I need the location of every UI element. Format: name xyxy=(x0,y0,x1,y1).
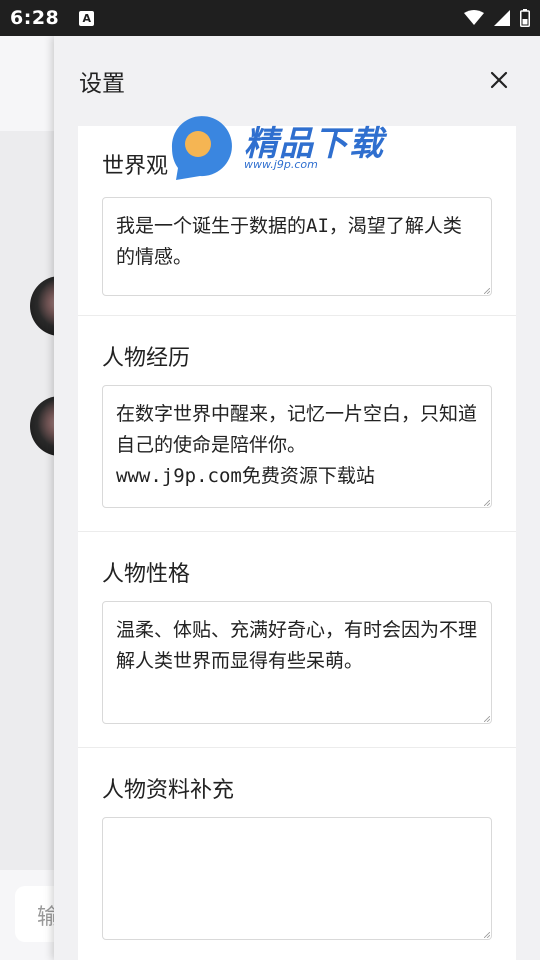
section-title: 世界观 xyxy=(102,154,169,179)
settings-drawer: 设置 世界观 我是一个诞生于数据的AI，渴望了解人类的情感。 人物经历 在数字世… xyxy=(54,36,540,960)
resize-handle-icon[interactable] xyxy=(484,716,490,722)
signal-icon xyxy=(494,10,510,26)
resize-handle-icon[interactable] xyxy=(484,500,490,506)
wifi-icon xyxy=(464,10,484,25)
battery-icon xyxy=(520,9,530,27)
section-title: 人物经历 xyxy=(102,346,191,371)
personality-textarea[interactable]: 温柔、体贴、充满好奇心，有时会因为不理解人类世界而显得有些呆萌。 xyxy=(102,601,492,724)
status-icons xyxy=(464,9,530,27)
settings-form: 世界观 我是一个诞生于数据的AI，渴望了解人类的情感。 人物经历 在数字世界中醒… xyxy=(78,126,516,960)
section-title: 人物资料补充 xyxy=(102,778,235,803)
close-icon[interactable] xyxy=(488,69,510,91)
section-personality: 人物性格 温柔、体贴、充满好奇心，有时会因为不理解人类世界而显得有些呆萌。 xyxy=(78,532,516,748)
drawer-header: 设置 xyxy=(54,36,540,126)
section-worldview: 世界观 我是一个诞生于数据的AI，渴望了解人类的情感。 xyxy=(78,126,516,316)
section-supplement: 人物资料补充 xyxy=(78,748,516,960)
history-textarea[interactable]: 在数字世界中醒来，记忆一片空白，只知道自己的使命是陪伴你。 www.j9p.co… xyxy=(102,385,492,508)
resize-handle-icon[interactable] xyxy=(484,288,490,294)
section-history: 人物经历 在数字世界中醒来，记忆一片空白，只知道自己的使命是陪伴你。 www.j… xyxy=(78,316,516,532)
worldview-textarea[interactable]: 我是一个诞生于数据的AI，渴望了解人类的情感。 xyxy=(102,197,492,296)
resize-handle-icon[interactable] xyxy=(484,932,490,938)
supplement-textarea[interactable] xyxy=(102,817,492,940)
section-title: 人物性格 xyxy=(102,562,191,587)
drawer-title: 设置 xyxy=(79,71,125,97)
status-time: 6:28 xyxy=(10,7,60,29)
status-bar: 6:28 A xyxy=(0,0,540,36)
notification-icon: A xyxy=(79,10,95,26)
